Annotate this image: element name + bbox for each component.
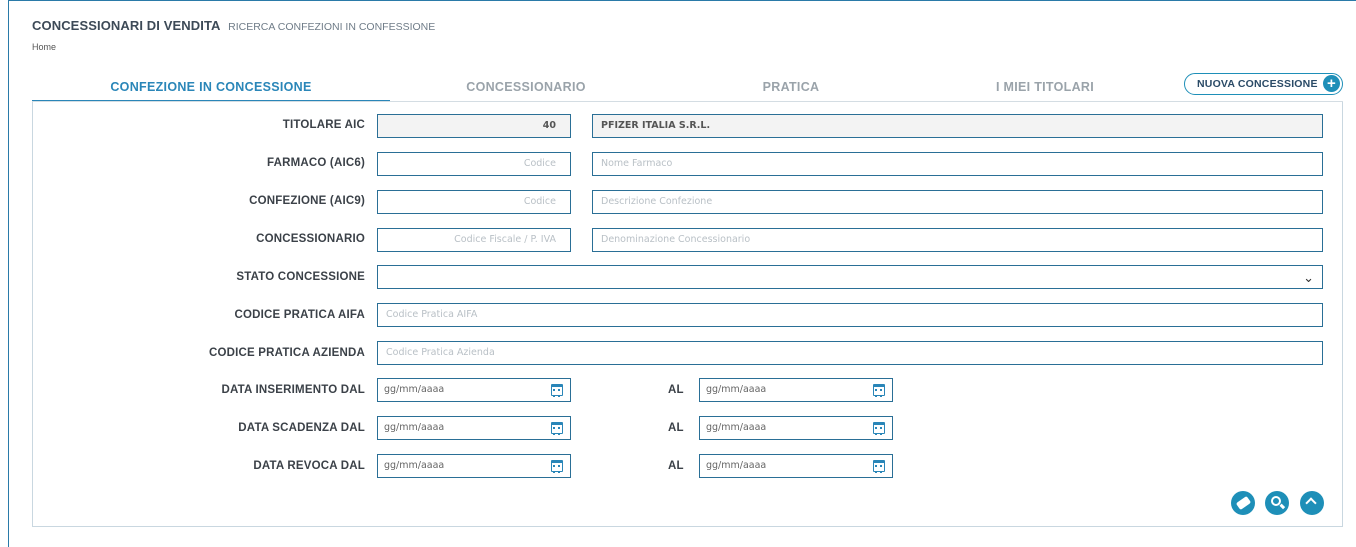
search-icon-handle (1279, 503, 1286, 509)
calendar-icon[interactable] (873, 422, 885, 435)
calendar-icon[interactable] (551, 460, 563, 473)
label-stato-concessione: STATO CONCESSIONE (236, 271, 365, 283)
plus-circle-icon: + (1323, 75, 1340, 92)
data-inserimento-from-input[interactable]: gg/mm/aaaa (377, 378, 571, 402)
collapse-button[interactable] (1300, 491, 1324, 515)
date-placeholder: gg/mm/aaaa (384, 384, 445, 395)
label-al: AL (668, 422, 684, 434)
concessionario-name-input[interactable]: Denominazione Concessionario (592, 228, 1323, 252)
confezione-desc-input[interactable]: Descrizione Confezione (592, 190, 1323, 214)
label-pratica-aifa: CODICE PRATICA AIFA (234, 309, 365, 321)
data-scadenza-to-input[interactable]: gg/mm/aaaa (699, 416, 893, 440)
chevron-up-icon (1305, 497, 1317, 509)
tab-i-miei-titolari[interactable]: I MIEI TITOLARI (866, 72, 1224, 102)
stato-concessione-select[interactable]: ⌄ (377, 265, 1323, 289)
label-data-inserimento: DATA INSERIMENTO DAL (221, 384, 365, 396)
tab-confezione-in-concessione[interactable]: CONFEZIONE IN CONCESSIONE (32, 72, 390, 102)
new-concession-label: NUOVA CONCESSIONE (1197, 78, 1318, 90)
titolare-name-field[interactable]: PFIZER ITALIA S.R.L. (592, 114, 1323, 138)
pratica-azienda-input[interactable]: Codice Pratica Azienda (377, 341, 1323, 365)
date-placeholder: gg/mm/aaaa (706, 384, 767, 395)
label-titolare-aic: TITOLARE AIC (282, 119, 365, 131)
date-placeholder: gg/mm/aaaa (384, 422, 445, 433)
calendar-icon[interactable] (551, 422, 563, 435)
farmaco-name-input[interactable]: Nome Farmaco (592, 152, 1323, 176)
page-title-main: CONCESSIONARI DI VENDITA (32, 18, 221, 33)
clear-button[interactable] (1231, 491, 1255, 515)
breadcrumb[interactable]: Home (32, 42, 56, 52)
chevron-down-icon: ⌄ (1303, 271, 1314, 286)
concessionario-code-input[interactable]: Codice Fiscale / P. IVA (377, 228, 571, 252)
data-revoca-to-input[interactable]: gg/mm/aaaa (699, 454, 893, 478)
page-title: CONCESSIONARI DI VENDITA RICERCA CONFEZI… (32, 18, 435, 33)
titolare-code-field[interactable]: 40 (377, 114, 571, 138)
search-button[interactable] (1265, 491, 1289, 515)
farmaco-code-input[interactable]: Codice (377, 152, 571, 176)
pratica-aifa-input[interactable]: Codice Pratica AIFA (377, 303, 1323, 327)
label-data-revoca: DATA REVOCA DAL (253, 460, 365, 472)
eraser-icon (1235, 495, 1252, 511)
label-confezione: CONFEZIONE (AIC9) (249, 195, 365, 207)
date-placeholder: gg/mm/aaaa (706, 460, 767, 471)
date-placeholder: gg/mm/aaaa (384, 460, 445, 471)
data-revoca-from-input[interactable]: gg/mm/aaaa (377, 454, 571, 478)
calendar-icon[interactable] (873, 384, 885, 397)
label-farmaco: FARMACO (AIC6) (267, 157, 365, 169)
label-al: AL (668, 460, 684, 472)
label-data-scadenza: DATA SCADENZA DAL (238, 422, 365, 434)
calendar-icon[interactable] (551, 384, 563, 397)
data-scadenza-from-input[interactable]: gg/mm/aaaa (377, 416, 571, 440)
tab-bar: CONFEZIONE IN CONCESSIONE CONCESSIONARIO… (32, 72, 1144, 102)
breadcrumb-home[interactable]: Home (32, 42, 56, 52)
calendar-icon[interactable] (873, 460, 885, 473)
confezione-code-input[interactable]: Codice (377, 190, 571, 214)
date-placeholder: gg/mm/aaaa (706, 422, 767, 433)
new-concession-button[interactable]: NUOVA CONCESSIONE + (1184, 73, 1343, 95)
data-inserimento-to-input[interactable]: gg/mm/aaaa (699, 378, 893, 402)
label-al: AL (668, 384, 684, 396)
label-pratica-azienda: CODICE PRATICA AZIENDA (208, 347, 365, 359)
label-concessionario: CONCESSIONARIO (256, 233, 365, 245)
page-subtitle: RICERCA CONFEZIONI IN CONFESSIONE (228, 21, 436, 33)
